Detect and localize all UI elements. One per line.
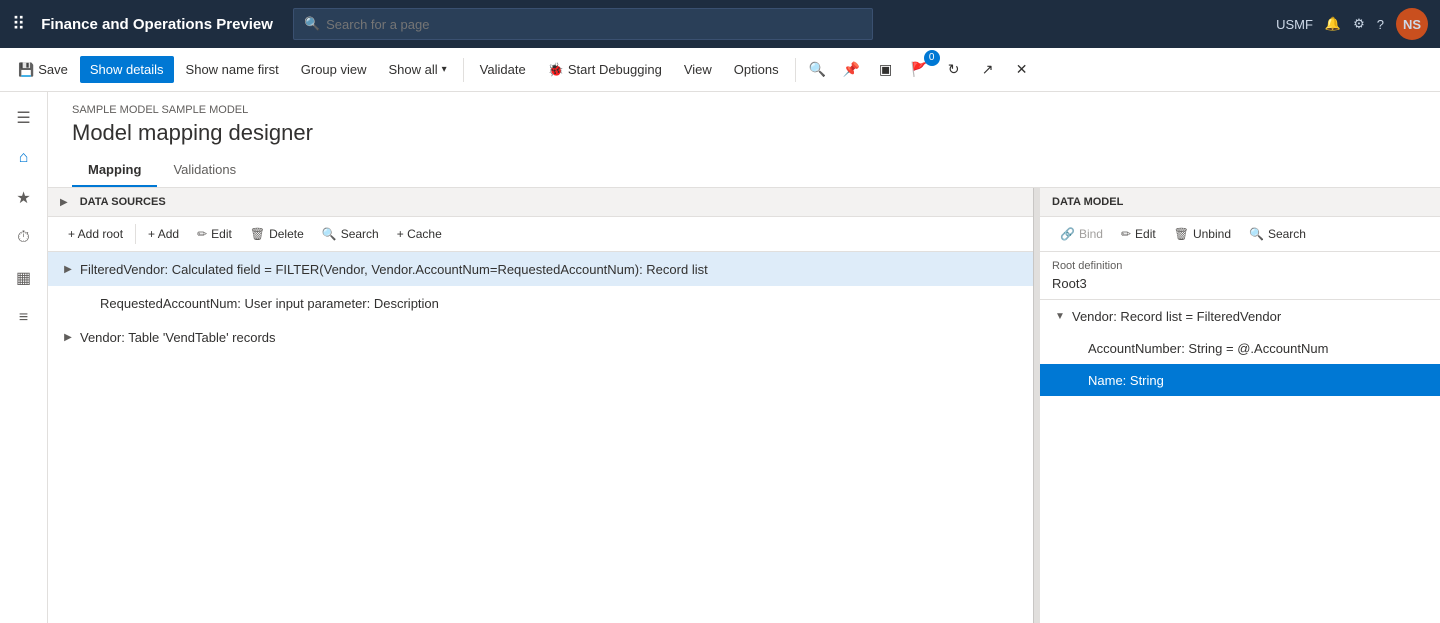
tab-mapping[interactable]: Mapping bbox=[72, 154, 157, 187]
settings-icon[interactable]: ⚙ bbox=[1353, 16, 1365, 32]
show-name-first-button[interactable]: Show name first bbox=[176, 56, 289, 83]
sidebar-recent-icon[interactable]: ⏱ bbox=[6, 220, 42, 256]
ds-search-button[interactable]: 🔍 Search bbox=[314, 223, 387, 245]
expand-collapse-icon[interactable]: ▶ bbox=[60, 197, 68, 208]
dm-expand-icon-1 bbox=[1068, 340, 1084, 356]
page-title: Model mapping designer bbox=[72, 120, 1416, 146]
save-icon: 💾 bbox=[18, 62, 34, 78]
debug-icon: 🐞 bbox=[548, 62, 564, 78]
dm-item-vendor[interactable]: ▼ Vendor: Record list = FilteredVendor bbox=[1040, 300, 1440, 332]
app-grid-icon[interactable]: ⠿ bbox=[12, 14, 25, 35]
top-nav: ⠿ Finance and Operations Preview 🔍 USMF … bbox=[0, 0, 1440, 48]
tree-item-requested-account[interactable]: RequestedAccountNum: User input paramete… bbox=[48, 286, 1033, 320]
dm-search-button[interactable]: 🔍 Search bbox=[1241, 223, 1314, 245]
close-icon[interactable]: ✕ bbox=[1006, 54, 1038, 86]
dm-item-name[interactable]: Name: String bbox=[1040, 364, 1440, 396]
data-model-toolbar: 🔗 Bind ✏ Edit 🗑 Unbind 🔍 Search bbox=[1040, 217, 1440, 252]
search-cmd-icon[interactable]: 🔍 bbox=[802, 54, 834, 86]
popout-icon[interactable]: ↗ bbox=[972, 54, 1004, 86]
page-header: SAMPLE MODEL SAMPLE MODEL Model mapping … bbox=[48, 92, 1440, 188]
expand-icon-2[interactable]: ▶ bbox=[60, 329, 76, 345]
unbind-icon: 🗑 bbox=[1174, 227, 1189, 241]
ds-edit-button[interactable]: ✏ Edit bbox=[189, 223, 240, 245]
ds-delete-button[interactable]: 🗑 Delete bbox=[242, 223, 312, 245]
save-button[interactable]: 💾 Save bbox=[8, 56, 78, 84]
search-icon: 🔍 bbox=[304, 16, 320, 32]
sidebar-home-icon[interactable]: ⌂ bbox=[6, 140, 42, 176]
badge-wrapper: 🚩 0 bbox=[904, 54, 936, 86]
command-bar: 💾 Save Show details Show name first Grou… bbox=[0, 48, 1440, 92]
nav-right: USMF 🔔 ⚙ ? NS bbox=[1276, 8, 1428, 40]
ds-cache-button[interactable]: + Cache bbox=[389, 223, 450, 245]
avatar[interactable]: NS bbox=[1396, 8, 1428, 40]
tree-item-vendor[interactable]: ▶ Vendor: Table 'VendTable' records bbox=[48, 320, 1033, 354]
dm-edit-icon: ✏ bbox=[1121, 227, 1131, 241]
show-details-button[interactable]: Show details bbox=[80, 56, 174, 83]
cmd-divider-2 bbox=[795, 58, 796, 82]
validate-button[interactable]: Validate bbox=[470, 56, 536, 83]
notifications-icon[interactable]: 🔔 bbox=[1325, 16, 1341, 32]
dm-search-icon: 🔍 bbox=[1249, 227, 1264, 241]
main-content: SAMPLE MODEL SAMPLE MODEL Model mapping … bbox=[48, 92, 1440, 623]
data-sources-title: DATA SOURCES bbox=[80, 196, 1021, 208]
sidebar: ☰ ⌂ ★ ⏱ ▦ ≡ bbox=[0, 92, 48, 623]
global-search-input[interactable] bbox=[326, 17, 862, 32]
notification-badge: 0 bbox=[924, 50, 940, 66]
options-button[interactable]: Options bbox=[724, 56, 789, 83]
dm-bind-button[interactable]: 🔗 Bind bbox=[1052, 223, 1111, 245]
tree-item-filtered-vendor[interactable]: ▶ FilteredVendor: Calculated field = FIL… bbox=[48, 252, 1033, 286]
main-layout: ☰ ⌂ ★ ⏱ ▦ ≡ SAMPLE MODEL SAMPLE MODEL Mo… bbox=[0, 92, 1440, 623]
expand-icon-0[interactable]: ▶ bbox=[60, 261, 76, 277]
sidebar-modules-icon[interactable]: ≡ bbox=[6, 300, 42, 336]
data-sources-panel: ▶ DATA SOURCES + Add root + Add ✏ Edit bbox=[48, 188, 1034, 623]
cmd-divider-1 bbox=[463, 58, 464, 82]
data-sources-tree: ▶ FilteredVendor: Calculated field = FIL… bbox=[48, 252, 1033, 623]
add-root-button[interactable]: + Add root bbox=[60, 223, 131, 245]
data-model-tree: ▼ Vendor: Record list = FilteredVendor A… bbox=[1040, 300, 1440, 623]
data-model-header: DATA MODEL bbox=[1040, 188, 1440, 217]
show-all-button[interactable]: Show all ▾ bbox=[379, 56, 457, 83]
dm-expand-icon-2 bbox=[1068, 372, 1084, 388]
dm-item-account-number[interactable]: AccountNumber: String = @.AccountNum bbox=[1040, 332, 1440, 364]
sidebar-workspaces-icon[interactable]: ▦ bbox=[6, 260, 42, 296]
group-view-button[interactable]: Group view bbox=[291, 56, 377, 83]
app-title: Finance and Operations Preview bbox=[41, 16, 273, 33]
data-sources-header: ▶ DATA SOURCES bbox=[48, 188, 1033, 217]
content-area: ▶ DATA SOURCES + Add root + Add ✏ Edit bbox=[48, 188, 1440, 623]
root-definition-value: Root3 bbox=[1052, 276, 1428, 291]
help-icon[interactable]: ? bbox=[1377, 17, 1384, 32]
show-all-chevron-icon: ▾ bbox=[442, 64, 447, 75]
breadcrumb: SAMPLE MODEL SAMPLE MODEL bbox=[72, 104, 1416, 116]
root-definition-section: Root definition Root3 bbox=[1040, 252, 1440, 300]
delete-icon: 🗑 bbox=[250, 227, 265, 241]
view-button[interactable]: View bbox=[674, 56, 722, 83]
edit-icon: ✏ bbox=[197, 227, 207, 241]
toolbar-divider-1 bbox=[135, 224, 136, 244]
root-definition-label: Root definition bbox=[1052, 260, 1428, 272]
data-sources-toolbar: + Add root + Add ✏ Edit 🗑 Delete bbox=[48, 217, 1033, 252]
dm-unbind-button[interactable]: 🗑 Unbind bbox=[1166, 223, 1239, 245]
global-search-bar[interactable]: 🔍 bbox=[293, 8, 873, 40]
pane-icon[interactable]: ▣ bbox=[870, 54, 902, 86]
dm-expand-icon-0[interactable]: ▼ bbox=[1052, 308, 1068, 324]
bind-icon: 🔗 bbox=[1060, 227, 1075, 241]
sidebar-favorites-icon[interactable]: ★ bbox=[6, 180, 42, 216]
page-tabs: Mapping Validations bbox=[72, 154, 1416, 187]
data-model-panel: DATA MODEL 🔗 Bind ✏ Edit 🗑 Unbind bbox=[1040, 188, 1440, 623]
environment-label: USMF bbox=[1276, 17, 1313, 32]
expand-icon-1 bbox=[80, 295, 96, 311]
refresh-icon[interactable]: ↻ bbox=[938, 54, 970, 86]
sidebar-menu-icon[interactable]: ☰ bbox=[6, 100, 42, 136]
dm-edit-button[interactable]: ✏ Edit bbox=[1113, 223, 1164, 245]
tab-validations[interactable]: Validations bbox=[157, 154, 252, 187]
ds-add-button[interactable]: + Add bbox=[140, 223, 187, 245]
ds-search-icon: 🔍 bbox=[322, 227, 337, 241]
start-debugging-button[interactable]: 🐞 Start Debugging bbox=[538, 56, 672, 84]
pin-icon[interactable]: 📌 bbox=[836, 54, 868, 86]
